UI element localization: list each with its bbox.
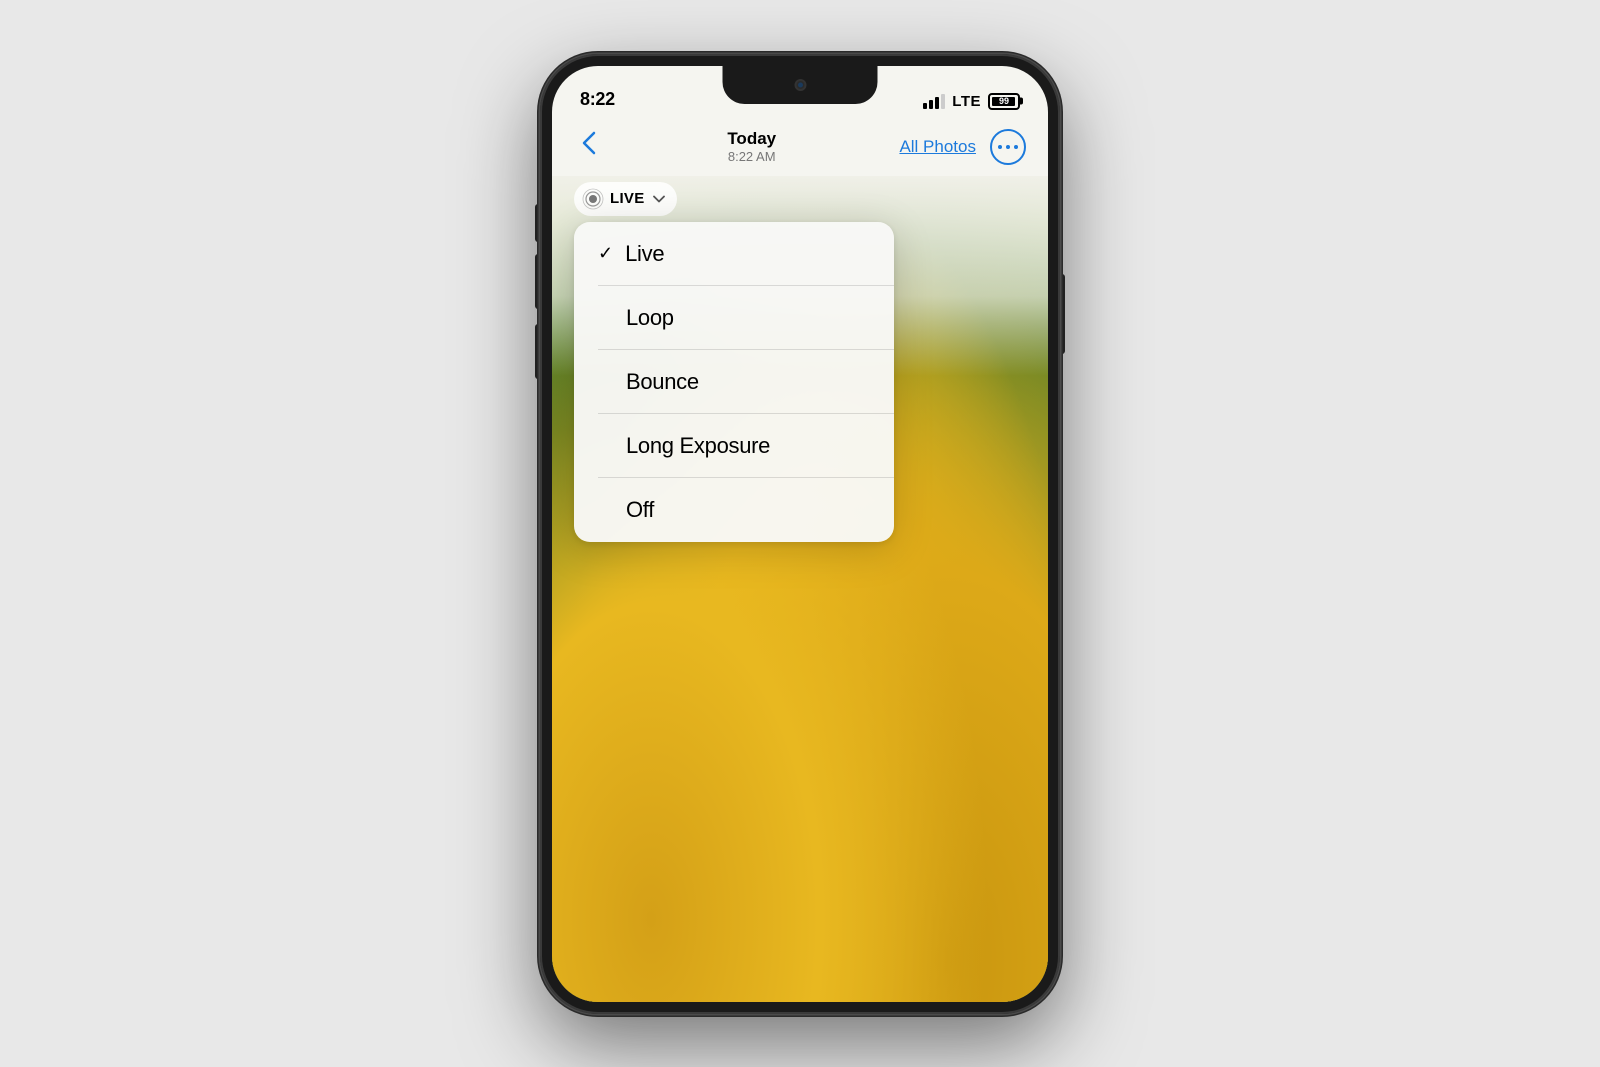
live-photo-icon [582, 188, 604, 210]
status-right-icons: LTE 99 [923, 93, 1020, 110]
front-camera [794, 79, 806, 91]
dropdown-item-live[interactable]: ✓ Live [574, 222, 894, 286]
navigation-bar: Today 8:22 AM All Photos [552, 118, 1048, 176]
signal-bar-2 [929, 100, 933, 109]
checkmark-icon: ✓ [598, 243, 613, 264]
all-photos-button[interactable]: All Photos [899, 137, 976, 157]
notch [723, 66, 878, 104]
dropdown-item-off[interactable]: Off [574, 478, 894, 542]
live-photo-button[interactable]: LIVE [574, 182, 677, 216]
dropdown-item-live-label: Live [625, 241, 664, 267]
signal-bar-3 [935, 97, 939, 109]
dropdown-item-long-exposure[interactable]: Long Exposure [574, 414, 894, 478]
battery-level: 99 [999, 96, 1009, 106]
dropdown-item-loop-label: Loop [626, 305, 674, 331]
signal-bar-1 [923, 103, 927, 109]
phone-body: 8:22 LTE 99 [540, 54, 1060, 1014]
signal-bar-4 [941, 94, 945, 109]
live-photo-dropdown: ✓ Live Loop Bounce Long Exposure Off [574, 222, 894, 542]
live-label: LIVE [610, 190, 645, 207]
lte-label: LTE [952, 93, 981, 110]
dropdown-item-off-label: Off [626, 497, 654, 523]
battery-icon: 99 [988, 93, 1020, 110]
signal-icon [923, 94, 945, 109]
back-button[interactable] [574, 127, 604, 166]
dropdown-item-bounce[interactable]: Bounce [574, 350, 894, 414]
live-photo-button-area: LIVE [574, 182, 677, 216]
phone-frame-wrapper: 8:22 LTE 99 [540, 54, 1060, 1014]
phone-screen: 8:22 LTE 99 [552, 66, 1048, 1002]
power-button[interactable] [1060, 274, 1065, 354]
status-time: 8:22 [580, 89, 615, 110]
live-chevron-icon [653, 191, 665, 206]
more-options-button[interactable] [990, 129, 1026, 165]
nav-subtitle: 8:22 AM [727, 149, 776, 164]
dropdown-item-bounce-label: Bounce [626, 369, 699, 395]
nav-right-actions: All Photos [899, 129, 1026, 165]
dropdown-item-loop[interactable]: Loop [574, 286, 894, 350]
battery-body: 99 [988, 93, 1020, 110]
dropdown-item-long-exposure-label: Long Exposure [626, 433, 770, 459]
nav-center: Today 8:22 AM [727, 129, 776, 164]
nav-title: Today [727, 129, 776, 149]
